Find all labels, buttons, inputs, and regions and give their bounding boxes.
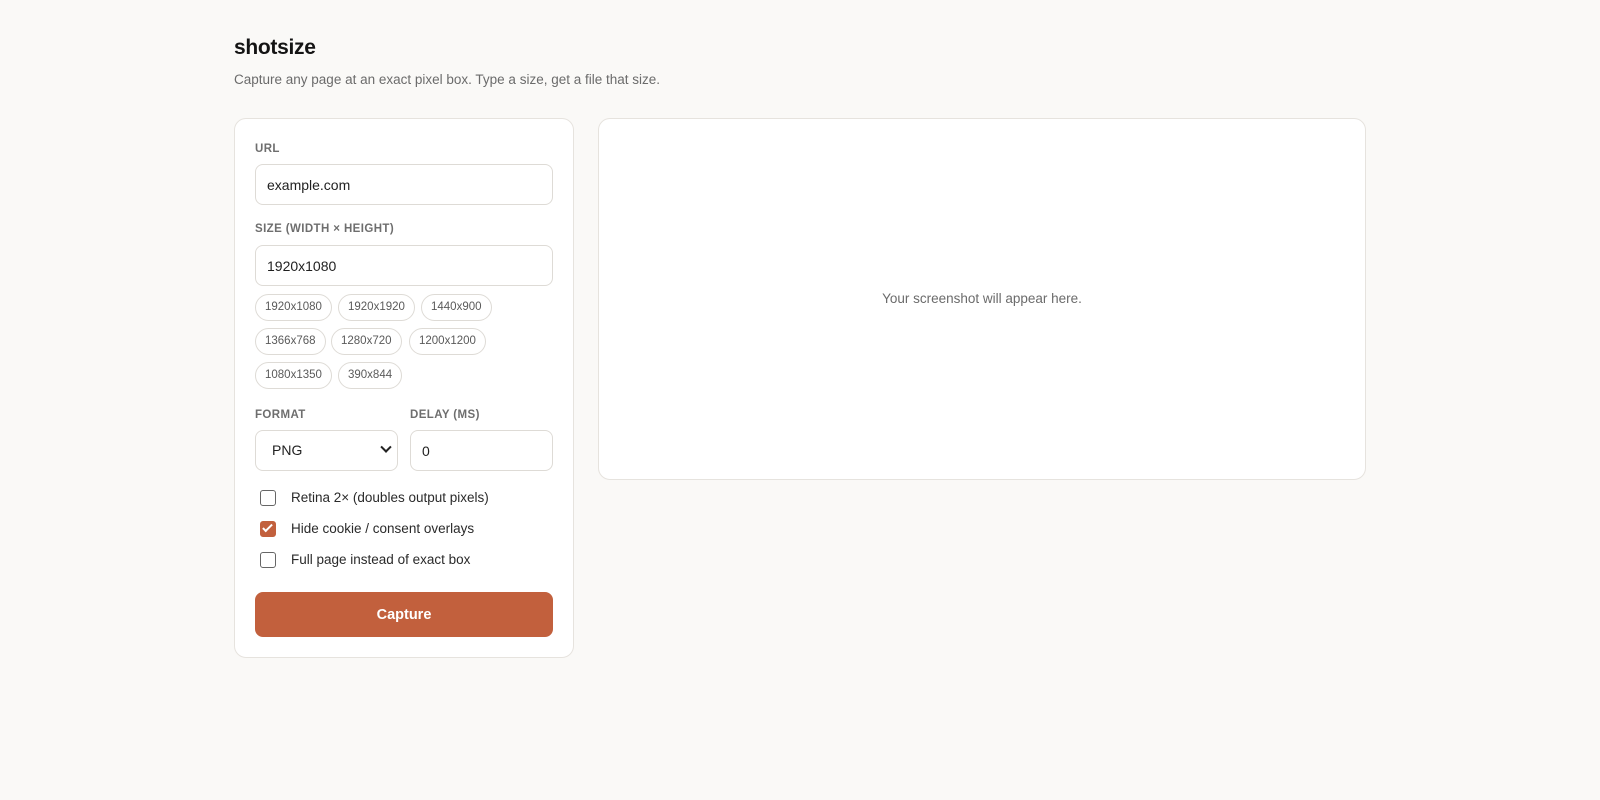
delay-input[interactable] — [410, 430, 553, 471]
url-input[interactable] — [255, 164, 553, 205]
option-label: Full page instead of exact box — [291, 552, 471, 567]
check-icon — [262, 521, 273, 533]
size-input[interactable] — [255, 245, 553, 286]
chevron-down-icon — [380, 441, 392, 453]
checkbox-retina[interactable] — [260, 490, 276, 506]
app-title: shotsize — [234, 36, 316, 59]
format-select-value: PNG — [272, 442, 303, 458]
delay-label: DELAY (MS) — [410, 409, 480, 421]
size-label: SIZE (WIDTH × HEIGHT) — [255, 223, 395, 235]
preset-chip[interactable]: 390x844 — [338, 362, 403, 389]
option-label: Retina 2× (doubles output pixels) — [291, 490, 489, 505]
preset-chip[interactable]: 1920x1920 — [338, 294, 415, 321]
checkbox-full-page[interactable] — [260, 552, 276, 568]
url-label: URL — [255, 143, 280, 155]
capture-button[interactable]: Capture — [255, 592, 553, 637]
checkbox-hide-overlays[interactable] — [260, 521, 276, 537]
format-label: FORMAT — [255, 409, 306, 421]
capture-form-panel: URL SIZE (WIDTH × HEIGHT) 1920x1080 1920… — [234, 118, 574, 658]
screenshot-preview: Your screenshot will appear here. — [598, 118, 1366, 480]
preset-chip[interactable]: 1440x900 — [421, 294, 492, 321]
preset-chip[interactable]: 1200x1200 — [409, 328, 486, 355]
preset-chip[interactable]: 1366x768 — [255, 328, 326, 355]
preview-placeholder: Your screenshot will appear here. — [882, 291, 1082, 306]
preset-chip[interactable]: 1280x720 — [331, 328, 402, 355]
preset-chip[interactable]: 1080x1350 — [255, 362, 332, 389]
preset-chip[interactable]: 1920x1080 — [255, 294, 332, 321]
format-select[interactable]: PNG — [255, 430, 398, 471]
option-label: Hide cookie / consent overlays — [291, 521, 475, 536]
app-subtitle: Capture any page at an exact pixel box. … — [234, 72, 661, 87]
